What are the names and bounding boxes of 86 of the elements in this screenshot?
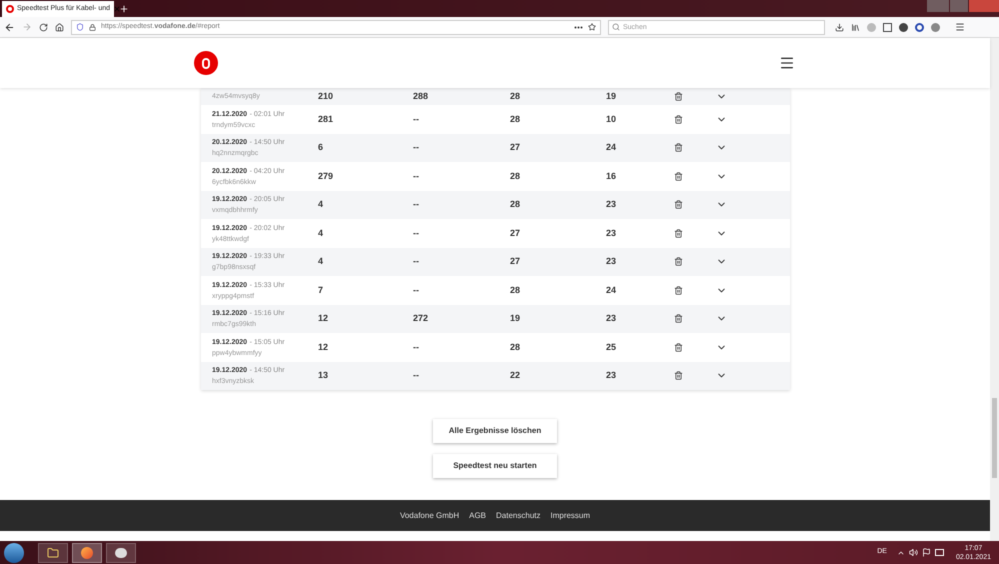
table-cell-text: 6: [318, 141, 324, 154]
table-cell-text: 28: [510, 170, 522, 182]
table-cell-text: 10: [606, 112, 618, 126]
search-icon: [612, 23, 620, 31]
menu-icon[interactable]: [955, 22, 965, 32]
table-cell-text: 4: [318, 226, 324, 240]
table-cell-text: 28: [510, 198, 522, 211]
site-logo-icon: [6, 5, 14, 13]
action-button[interactable]: Alle Ergebnisse löschen: [433, 419, 557, 443]
folder-taskbar-icon[interactable]: [38, 542, 68, 562]
trash-icon[interactable]: [674, 172, 683, 181]
action-button[interactable]: Speedtest neu starten: [433, 454, 557, 478]
table-cell-text: 281: [318, 112, 334, 126]
trash-icon[interactable]: [674, 314, 683, 324]
table-cell-text: --: [413, 170, 420, 182]
table-cell-text: 23: [606, 312, 618, 325]
footer-link[interactable]: Impressum: [550, 510, 590, 522]
table-cell-text: 13: [318, 369, 330, 382]
table-cell-text: 24: [606, 141, 618, 154]
more-icon[interactable]: [574, 26, 583, 28]
table-cell-text: 27: [510, 226, 522, 240]
trash-icon[interactable]: [674, 286, 683, 295]
trash-icon[interactable]: [674, 114, 683, 124]
table-cell-text: --: [413, 112, 420, 126]
table-cell-text: 272: [413, 312, 430, 325]
footer-link[interactable]: AGB: [469, 510, 486, 522]
reload-icon[interactable]: [39, 22, 48, 32]
bookmark-star-icon[interactable]: [588, 23, 596, 31]
scrollbar[interactable]: [990, 38, 999, 541]
table-cell-text: --: [413, 255, 420, 268]
table-cell-text: 28: [510, 284, 522, 296]
table-cell-text: 25: [606, 340, 618, 354]
trash-icon[interactable]: [674, 200, 683, 210]
table-cell-text: 19: [606, 90, 618, 103]
browser-taskbar-icon[interactable]: [72, 542, 102, 562]
volume-icon[interactable]: [908, 548, 918, 557]
table-cell-text: --: [413, 141, 420, 154]
download-icon[interactable]: [835, 22, 844, 32]
table-cell-text: 23: [606, 369, 618, 382]
trash-icon[interactable]: [674, 92, 683, 101]
table-cell-text: --: [413, 340, 420, 354]
back-icon[interactable]: [4, 22, 15, 32]
table-cell-text: 28: [510, 112, 522, 126]
new-tab-icon[interactable]: [119, 4, 129, 14]
table-cell-text: 27: [510, 141, 522, 154]
close-icon[interactable]: [113, 5, 122, 13]
table-cell-text: 279: [318, 170, 334, 182]
table-cell-text: 23: [606, 255, 618, 268]
trash-icon[interactable]: [674, 342, 683, 352]
shield-icon: [76, 23, 84, 31]
table-cell-text: --: [413, 369, 420, 382]
trash-icon[interactable]: [674, 257, 683, 266]
table-cell-text: 23: [606, 226, 618, 240]
footer-link[interactable]: Datenschutz: [496, 510, 540, 522]
flag-icon[interactable]: [922, 548, 931, 557]
trash-icon[interactable]: [674, 228, 683, 238]
library-icon[interactable]: [851, 22, 860, 32]
table-cell-text: 288: [413, 90, 430, 103]
table-cell-text: 12: [318, 340, 330, 354]
table-cell-text: 28: [510, 340, 522, 354]
lock-icon: [89, 24, 96, 30]
table-cell-text: 24: [606, 284, 618, 296]
scrollbar-thumb[interactable]: [992, 398, 997, 478]
table-cell-text: 28: [510, 90, 522, 103]
table-cell-text: 16: [606, 170, 618, 182]
start-button[interactable]: [4, 542, 24, 562]
trash-icon[interactable]: [674, 143, 683, 152]
network-icon[interactable]: [934, 549, 944, 556]
table-cell-text: --: [413, 226, 420, 240]
trash-icon[interactable]: [674, 371, 683, 380]
table-cell-text: 22: [510, 369, 522, 382]
table-cell-text: 4: [318, 198, 324, 211]
home-icon[interactable]: [55, 22, 64, 32]
table-cell-text: 4: [318, 255, 324, 268]
table-cell-text: 27: [510, 255, 522, 268]
table-cell-text: --: [413, 198, 420, 211]
table-cell-text: 12: [318, 312, 330, 325]
menu-icon[interactable]: [779, 55, 795, 71]
table-cell-text: --: [413, 284, 420, 296]
table-cell-text: 19: [510, 312, 522, 325]
footer-link[interactable]: Vodafone GmbH: [400, 510, 460, 522]
table-cell-text: 7: [318, 284, 324, 296]
vodafone-logo[interactable]: [194, 51, 218, 75]
table-cell-text: 210: [318, 90, 334, 103]
table-cell-text: 23: [606, 198, 618, 211]
sidebar-icon[interactable]: [883, 22, 892, 32]
